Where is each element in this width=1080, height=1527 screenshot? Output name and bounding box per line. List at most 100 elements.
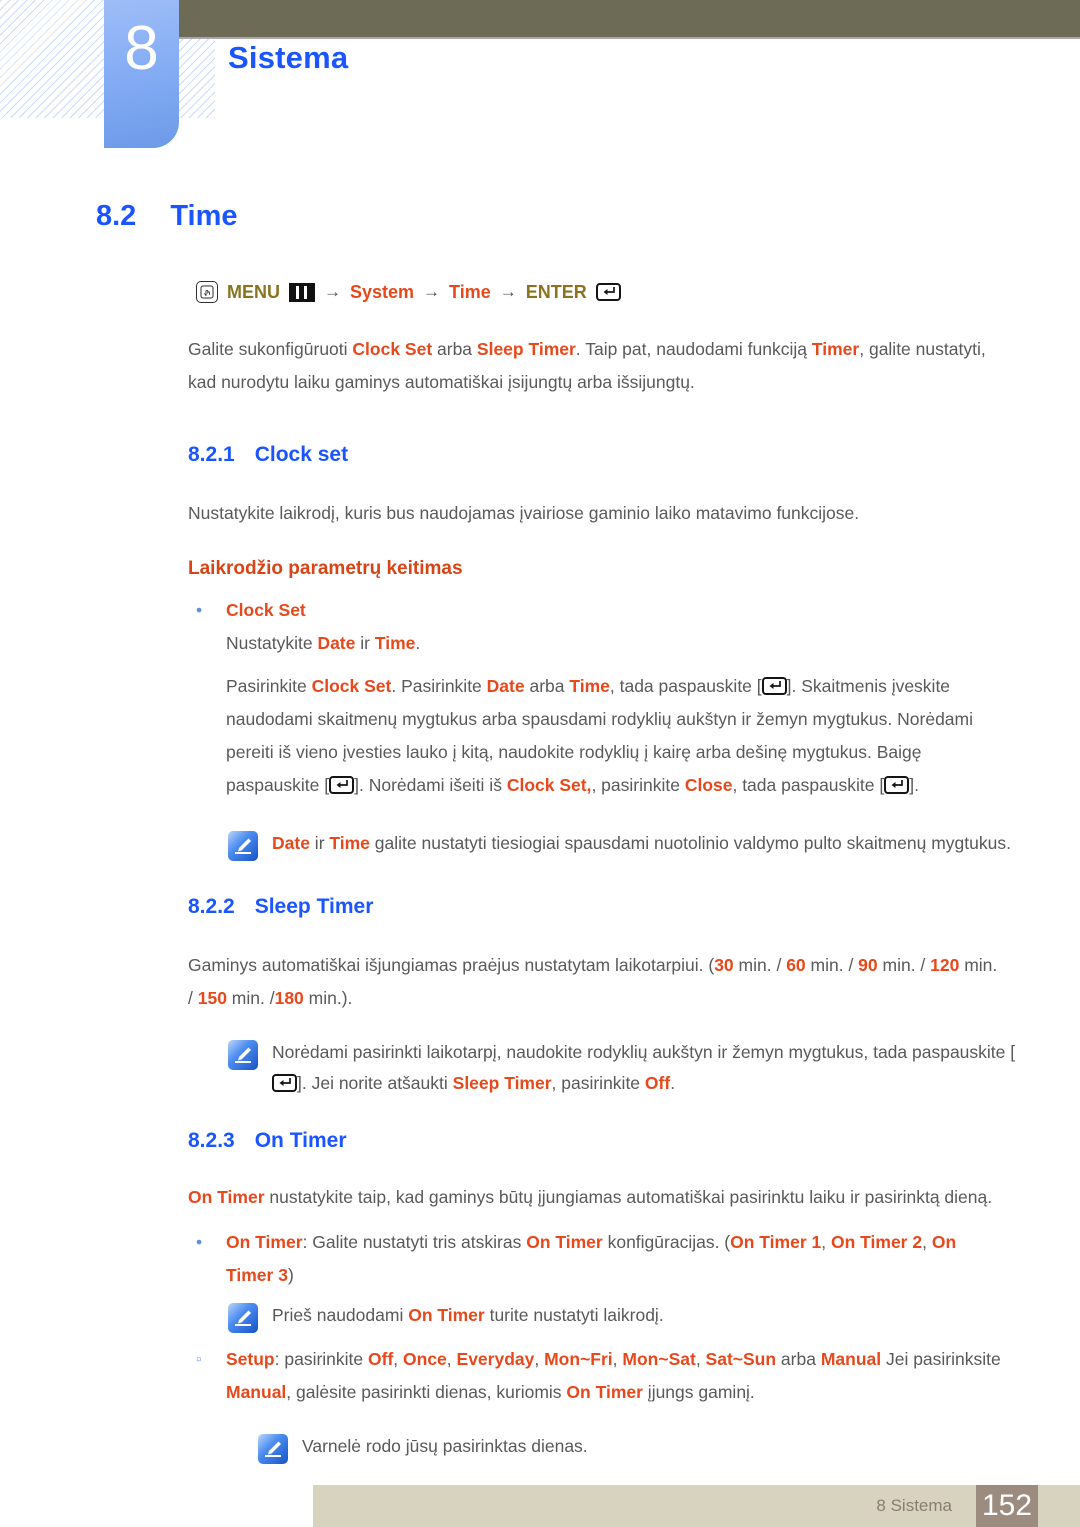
subsection-heading-clock-set: 8.2.1 Clock set — [188, 443, 1080, 467]
steps-text-11: , pasirinkite — [591, 775, 685, 795]
enter-key-icon — [595, 283, 621, 301]
b1-term-on-timer: On Timer — [226, 1232, 303, 1252]
subsection-heading-on-timer: 8.2.3 On Timer — [188, 1129, 1080, 1153]
steps-text-14: ]. — [909, 775, 919, 795]
note-clock-set-text: Date ir Time galite nustatyti tiesiogiai… — [258, 828, 1018, 859]
subsection-title-sleep-timer: Sleep Timer — [254, 895, 374, 918]
on-timer-desc-b: nustatykite taip, kad gaminys būtų įjung… — [264, 1187, 993, 1207]
note1-term-on-timer: On Timer — [408, 1305, 485, 1325]
setup-term-on-timer: On Timer — [566, 1382, 643, 1402]
set-text-c: ir — [355, 633, 375, 653]
chapter-title: Sistema — [228, 40, 349, 75]
setup-option-sat-sun: Sat~Sun — [705, 1349, 777, 1369]
note-term-off: Off — [644, 1073, 671, 1093]
sleep-desc-a: Gaminys automatiškai išjungiamas praėjus… — [188, 955, 715, 975]
sleep-unit-3: min. / — [877, 955, 931, 975]
sleep-value-180: 180 — [274, 988, 304, 1008]
term-date: Date — [317, 633, 356, 653]
setup-option-mon-sat: Mon~Sat — [622, 1349, 696, 1369]
setup-text-a: : pasirinkite — [274, 1349, 368, 1369]
footer-page-number: 152 — [976, 1485, 1038, 1527]
note-pen-icon — [228, 831, 258, 861]
note-checkmark-days: Varnelė rodo jūsų pasirinktas dienas. — [258, 1431, 1018, 1464]
bullet-marker-icon: • — [196, 1232, 203, 1252]
note-pen-icon — [258, 1434, 288, 1464]
on-timer-description: On Timer nustatykite taip, kad gaminys b… — [188, 1181, 1002, 1214]
b1-on-timer-2: On Timer 2 — [830, 1232, 923, 1252]
section-title: Time — [170, 200, 238, 232]
clock-set-description: Nustatykite laikrodį, kuris bus naudojam… — [188, 503, 860, 523]
footer-chapter-label: 8 Sistema — [876, 1496, 952, 1515]
steps-text-13: , tada paspauskite [ — [732, 775, 885, 795]
sleep-unit-5: min. / — [226, 988, 275, 1008]
setup-label: Setup — [226, 1349, 275, 1369]
note-sleep-timer-text: Norėdami pasirinkti laikotarpį, naudokit… — [258, 1037, 1018, 1099]
note-term-date: Date — [272, 833, 310, 853]
hand-press-icon — [196, 281, 218, 303]
bullet-setup: ▫ Setup: pasirinkite Off, Once, Everyday… — [188, 1343, 1002, 1409]
setup-sep-1: , — [393, 1349, 404, 1369]
bullet-on-timer: • On Timer: Galite nustatyti tris atskir… — [188, 1226, 1002, 1292]
note-text-d: galite nustatyti tiesiogiai spausdami nu… — [369, 833, 1011, 853]
b1-on-timer-1: On Timer 1 — [730, 1232, 822, 1252]
section-heading: 8.2 Time — [96, 200, 1080, 233]
menu-item-time: Time — [449, 281, 491, 302]
enter-key-icon — [884, 776, 910, 794]
note-sleep-f: . — [670, 1073, 676, 1093]
note-pen-icon — [228, 1040, 258, 1070]
bullet-on-timer-text: On Timer: Galite nustatyti tris atskiras… — [226, 1226, 1002, 1292]
note-sleep-d: , pasirinkite — [551, 1073, 645, 1093]
b1-text-j: ) — [287, 1265, 294, 1285]
steps-term-clock-set-2: Clock Set, — [506, 775, 592, 795]
note-clock-set: Date ir Time galite nustatyti tiesiogiai… — [228, 828, 1018, 861]
b1-text-d: konfigūracijas. ( — [602, 1232, 731, 1252]
setup-option-everyday: Everyday — [456, 1349, 535, 1369]
setup-text-d: , galėsite pasirinkti dienas, kuriomis — [286, 1382, 567, 1402]
steps-text-9: ]. Norėdami išeiti iš — [354, 775, 507, 795]
clock-set-subheading: Laikrodžio parametrų keitimas — [188, 558, 463, 579]
steps-text-1: Pasirinkite — [226, 676, 312, 696]
sleep-value-60: 60 — [786, 955, 806, 975]
menu-path: MENU → System → Time → ENTER — [196, 281, 1080, 303]
bullet-square-marker-icon: ▫ — [196, 1351, 202, 1368]
b1-sep-2: , — [922, 1232, 932, 1252]
setup-option-manual-2: Manual — [226, 1382, 287, 1402]
steps-text-5: arba — [524, 676, 570, 696]
note-sleep-a: Norėdami pasirinkti laikotarpį, naudokit… — [272, 1042, 1016, 1062]
subsection-title-on-timer: On Timer — [254, 1129, 347, 1152]
subsection-number-823: 8.2.3 — [188, 1129, 235, 1152]
note-checkmark-days-text: Varnelė rodo jūsų pasirinktas dienas. — [302, 1436, 588, 1456]
note1-c: turite nustatyti laikrodį. — [484, 1305, 664, 1325]
setup-option-once: Once — [403, 1349, 447, 1369]
intro-text-c: arba — [432, 339, 477, 359]
chapter-number: 8 — [124, 14, 159, 83]
setup-sep-2: , — [446, 1349, 457, 1369]
sleep-value-30: 30 — [714, 955, 734, 975]
note-sleep-timer: Norėdami pasirinkti laikotarpį, naudokit… — [228, 1037, 1018, 1099]
setup-text-c: Jei pasirinksite — [881, 1349, 1001, 1369]
sleep-unit-6: min.). — [303, 988, 353, 1008]
bullet-marker-icon: • — [196, 600, 203, 620]
sleep-unit-2: min. / — [805, 955, 859, 975]
note-on-timer-clock: Prieš naudodami On Timer turite nustatyt… — [228, 1300, 1018, 1333]
sleep-value-90: 90 — [858, 955, 878, 975]
setup-text-e: įjungs gaminį. — [642, 1382, 755, 1402]
intro-text-a: Galite sukonfigūruoti — [188, 339, 353, 359]
steps-term-clock-set: Clock Set — [311, 676, 392, 696]
steps-text-3: . Pasirinkite — [391, 676, 487, 696]
clock-set-line: Nustatykite Date ir Time. — [226, 627, 1002, 660]
b1-sep-1: , — [821, 1232, 831, 1252]
enter-key-icon — [761, 677, 787, 695]
setup-text-b: arba — [776, 1349, 821, 1369]
note1-a: Prieš naudodami — [272, 1305, 409, 1325]
note-term-time: Time — [329, 833, 370, 853]
subsection-number-822: 8.2.2 — [188, 895, 235, 918]
term-time: Time — [374, 633, 416, 653]
b1-term-on-timer-2: On Timer — [526, 1232, 603, 1252]
subsection-title-clock-set: Clock set — [254, 443, 349, 466]
footer-bar — [313, 1485, 1080, 1527]
setup-option-mon-fri: Mon~Fri — [544, 1349, 613, 1369]
set-text-a: Nustatykite — [226, 633, 318, 653]
enter-key-icon — [329, 776, 355, 794]
sleep-timer-description: Gaminys automatiškai išjungiamas praėjus… — [188, 949, 1002, 1015]
